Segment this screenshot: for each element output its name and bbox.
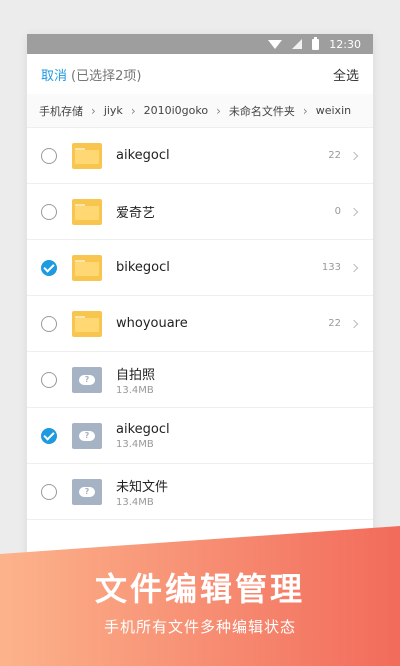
checkbox[interactable] [41, 315, 57, 332]
breadcrumb-item[interactable]: 未命名文件夹 [229, 103, 295, 119]
item-size: 13.4MB [116, 496, 154, 508]
banner-subtitle: 手机所有文件多种编辑状态 [103, 618, 296, 636]
item-name: 自拍照 [116, 367, 156, 383]
list-item[interactable]: bikegocl 133 [27, 240, 373, 296]
promo-banner: 文件编辑管理 手机所有文件多种编辑状态 [0, 526, 400, 666]
chevron-right-icon: › [130, 103, 136, 118]
checkbox-checked[interactable] [41, 259, 57, 276]
folder-icon [72, 198, 102, 225]
breadcrumb-item[interactable]: jiyk [104, 104, 123, 117]
item-name: aikegocl [116, 148, 170, 163]
chevron-right-icon: › [216, 103, 221, 118]
list-item[interactable]: 爱奇艺 0 [27, 184, 373, 240]
list-item[interactable]: ? 未知文件 13.4MB [27, 464, 373, 520]
banner-title: 文件编辑管理 [94, 570, 305, 608]
breadcrumb-item[interactable]: 手机存储 [39, 103, 83, 119]
list-item[interactable]: ? 自拍照 13.4MB [27, 352, 373, 408]
item-name: 爱奇艺 [116, 206, 156, 221]
item-count: 22 [328, 150, 341, 161]
wifi-icon [268, 39, 283, 49]
item-name: bikegocl [116, 260, 170, 275]
folder-icon [72, 254, 102, 281]
item-count: 133 [321, 262, 341, 273]
breadcrumb: 手机存储 › jiyk › 2010i0goko › 未命名文件夹 › weix… [27, 94, 373, 128]
status-bar: 12:30 [27, 34, 373, 54]
item-name: whoyouare [116, 316, 188, 331]
list-item[interactable]: ? aikegocl 13.4MB [27, 408, 373, 464]
chevron-right-icon [349, 263, 359, 272]
item-size: 13.4MB [116, 384, 154, 396]
cloud-file-icon: ? [72, 478, 102, 505]
checkbox[interactable] [41, 203, 57, 220]
list-item[interactable]: aikegocl 22 [27, 128, 373, 184]
selected-count-label: (已选择2项) [71, 68, 142, 84]
battery-icon [312, 36, 320, 50]
select-all-button[interactable]: 全选 [333, 65, 359, 84]
breadcrumb-item[interactable]: weixin [316, 104, 351, 117]
list-item[interactable]: whoyouare 22 [27, 296, 373, 352]
checkbox[interactable] [41, 147, 57, 164]
selection-toolbar: 取消 (已选择2项) 全选 [27, 54, 373, 94]
chevron-right-icon [349, 151, 359, 160]
status-time: 12:30 [329, 37, 361, 51]
item-name: 未知文件 [116, 479, 169, 495]
item-size: 13.4MB [116, 438, 154, 450]
chevron-right-icon [349, 207, 359, 216]
chevron-right-icon [349, 319, 359, 328]
signal-icon [292, 39, 303, 49]
checkbox[interactable] [41, 371, 57, 388]
item-count: 0 [334, 206, 341, 217]
folder-icon [72, 142, 102, 169]
checkbox-checked[interactable] [41, 427, 57, 444]
item-name: aikegocl [116, 421, 170, 437]
chevron-right-icon: › [302, 103, 308, 118]
cloud-file-icon: ? [72, 366, 102, 393]
checkbox[interactable] [41, 483, 57, 500]
chevron-right-icon: › [91, 103, 96, 118]
item-count: 22 [328, 318, 341, 329]
file-list: aikegocl 22 爱奇艺 0 bikegocl 133 whoyouare… [27, 128, 373, 520]
breadcrumb-item[interactable]: 2010i0goko [144, 104, 208, 117]
folder-icon [72, 310, 102, 337]
cancel-button[interactable]: 取消 [41, 65, 67, 84]
cloud-file-icon: ? [72, 422, 102, 449]
